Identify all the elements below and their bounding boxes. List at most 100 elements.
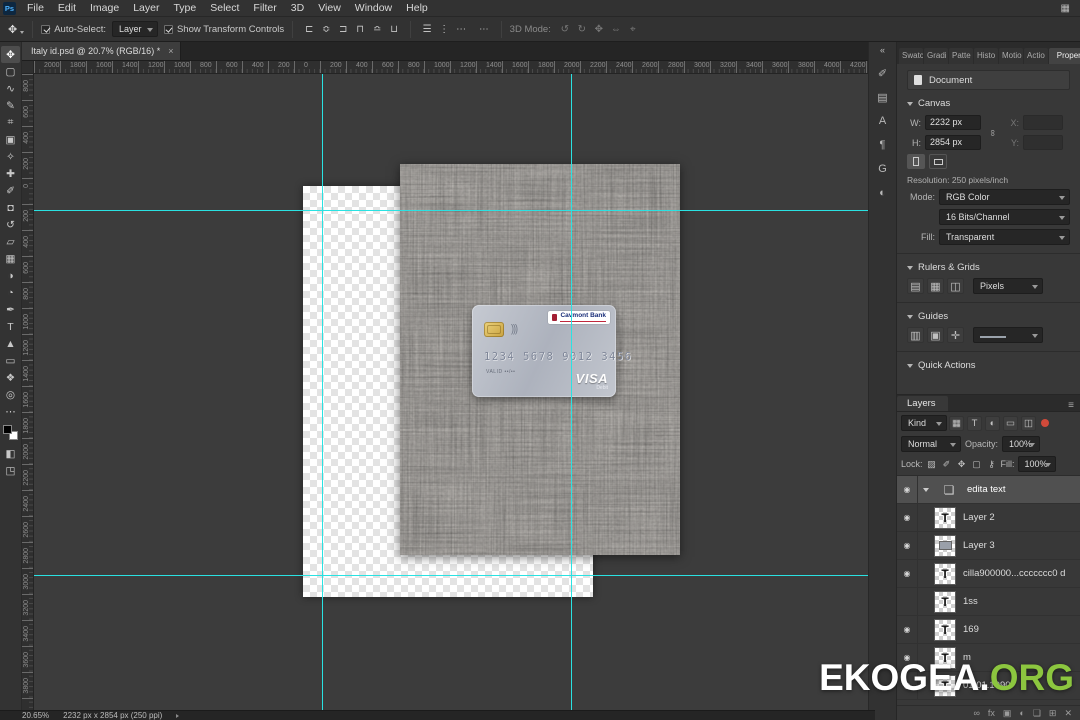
layer-row[interactable]: ◉ T Layer 2	[897, 504, 1080, 532]
layer-row[interactable]: ◉ Layer 3	[897, 532, 1080, 560]
menu-item-help[interactable]: Help	[399, 0, 435, 17]
adjustment-filter-icon[interactable]: ◐	[985, 415, 1000, 431]
panel-tab-properties[interactable]: Properties	[1048, 48, 1080, 64]
units-dropdown[interactable]: Pixels	[973, 278, 1043, 294]
dodge-tool[interactable]: ◔	[1, 284, 20, 301]
clone-stamp-tool[interactable]: ◘	[1, 199, 20, 216]
layers-tab[interactable]: Layers	[897, 396, 948, 411]
adjustments-panel-icon[interactable]: ◐	[873, 183, 893, 203]
color-swatches[interactable]	[3, 425, 18, 440]
zoom-level[interactable]: 20.65%	[22, 711, 49, 720]
credit-card-image[interactable]: ))) Cavmont Bank 1234 5678 9012 3456 VAL…	[472, 305, 631, 397]
3d-slide-icon[interactable]: ⇔	[608, 21, 624, 37]
panel-tab-histo[interactable]: Histo	[974, 48, 998, 64]
3d-pan-icon[interactable]: ✥	[591, 21, 607, 37]
link-dimensions-icon[interactable]: ∞	[988, 129, 998, 135]
blur-tool[interactable]: ◑	[1, 267, 20, 284]
layer-style-icon[interactable]: fx	[988, 708, 995, 718]
shape-filter-icon[interactable]: ▭	[1003, 415, 1018, 431]
paragraph-panel-icon[interactable]: ¶	[873, 135, 893, 155]
checkbox-icon[interactable]	[41, 24, 51, 34]
align-middles-icon[interactable]: ≏	[369, 21, 385, 37]
menu-item-3d[interactable]: 3D	[284, 0, 311, 17]
text-layer-thumbnail[interactable]: T	[934, 590, 956, 613]
guide-horizontal[interactable]	[34, 575, 868, 576]
more-options-icon[interactable]: ⋯	[475, 24, 493, 35]
lock-artboard-icon[interactable]: ▢	[971, 459, 983, 470]
move-tool[interactable]: ✥	[1, 46, 20, 63]
layer-row[interactable]: ◉ Tcilla900000...ccccccc0 d	[897, 560, 1080, 588]
ruler-origin-corner[interactable]	[22, 61, 34, 74]
type-filter-icon[interactable]: T	[967, 415, 982, 431]
guide-vertical[interactable]	[571, 74, 572, 710]
layer-fill-dropdown[interactable]: 100%	[1017, 456, 1056, 472]
show-transform-checkbox[interactable]: Show Transform Controls	[163, 24, 284, 35]
menu-item-file[interactable]: File	[20, 0, 51, 17]
layer-filter-toggle[interactable]	[1041, 419, 1049, 427]
menu-item-image[interactable]: Image	[83, 0, 126, 17]
collapse-panels-icon[interactable]: «	[880, 45, 885, 59]
align-left-edges-icon[interactable]: ⊏	[301, 21, 317, 37]
gradient-tool[interactable]: ▦	[1, 250, 20, 267]
frame-tool[interactable]: ▣	[1, 131, 20, 148]
clear-guides-icon[interactable]: ✛	[947, 327, 964, 343]
distribute-horizontal-icon[interactable]: ⋮	[436, 21, 452, 37]
adjustment-layer-icon[interactable]: ◐	[1019, 708, 1024, 718]
layer-row[interactable]: ◉ ❏ edita text	[897, 476, 1080, 504]
text-layer-thumbnail[interactable]: T	[934, 506, 956, 529]
screen-mode-icon[interactable]: ◳	[1, 462, 20, 479]
quick-selection-tool[interactable]: ✎	[1, 97, 20, 114]
swatches-panel-icon[interactable]: ▤	[873, 87, 893, 107]
panel-tab-gradi[interactable]: Gradi	[924, 48, 948, 64]
brush-tool[interactable]: ✐	[1, 182, 20, 199]
align-centers-h-icon[interactable]: ≎	[318, 21, 334, 37]
visibility-toggle[interactable]: ◉	[897, 560, 918, 587]
layer-row[interactable]: ◉ T 169	[897, 616, 1080, 644]
hand-tool[interactable]: ❖	[1, 369, 20, 386]
3d-roll-icon[interactable]: ↻	[574, 21, 590, 37]
edit-toolbar-icon[interactable]: ⋯	[1, 403, 20, 420]
visibility-toggle[interactable]: ◉	[897, 476, 918, 503]
glyphs-panel-icon[interactable]: G	[873, 159, 893, 179]
history-brush-tool[interactable]: ↺	[1, 216, 20, 233]
marquee-tool[interactable]: ▢	[1, 63, 20, 80]
visibility-toggle[interactable]	[897, 588, 918, 615]
healing-brush-tool[interactable]: ✚	[1, 165, 20, 182]
3d-orbit-icon[interactable]: ↺	[557, 21, 573, 37]
link-layers-icon[interactable]: ∞	[973, 708, 979, 718]
add-mask-icon[interactable]: ▣	[1003, 708, 1012, 719]
3d-scale-icon[interactable]: ⌖	[625, 21, 641, 37]
lock-transparency-icon[interactable]: ▨	[926, 459, 938, 470]
delete-layer-icon[interactable]: ✕	[1064, 708, 1072, 719]
add-guides-icon[interactable]: ▥	[907, 327, 924, 343]
ruler-left[interactable]: 800 600 400 200 0 200 400 600 800 1000 1200 1400 160…	[22, 74, 34, 710]
brush-settings-icon[interactable]: ✐	[873, 63, 893, 83]
group-expand-icon[interactable]	[923, 487, 929, 492]
lock-position-icon[interactable]: ✥	[956, 459, 968, 470]
crop-tool[interactable]: ⌗	[1, 114, 20, 131]
status-options-caret-icon[interactable]	[176, 713, 180, 718]
eyedropper-tool[interactable]: ✧	[1, 148, 20, 165]
align-top-edges-icon[interactable]: ⊓	[352, 21, 368, 37]
lasso-tool[interactable]: ∿	[1, 80, 20, 97]
layer-row[interactable]: T 1ss	[897, 588, 1080, 616]
path-selection-tool[interactable]: ▲	[1, 335, 20, 352]
character-panel-icon[interactable]: A	[873, 111, 893, 131]
pen-tool[interactable]: ✒	[1, 301, 20, 318]
pixel-filter-icon[interactable]: ▦	[949, 415, 964, 431]
menu-item-type[interactable]: Type	[166, 0, 203, 17]
close-tab-icon[interactable]: ×	[168, 46, 173, 56]
section-quick-actions[interactable]: Quick Actions	[907, 360, 1070, 371]
menu-item-edit[interactable]: Edit	[51, 0, 83, 17]
text-layer-thumbnail[interactable]: T	[934, 562, 956, 585]
menu-item-view[interactable]: View	[311, 0, 348, 17]
panel-tab-swatc[interactable]: Swatc	[899, 48, 923, 64]
smart-object-filter-icon[interactable]: ◫	[1021, 415, 1036, 431]
document-tab[interactable]: Italy id.psd @ 20.7% (RGB/16) * ×	[22, 42, 182, 60]
guide-horizontal[interactable]	[34, 210, 868, 211]
lock-pixels-icon[interactable]: ✐	[941, 459, 953, 470]
workspace-icon[interactable]: ▦	[1051, 3, 1080, 14]
filter-kind-dropdown[interactable]: Kind	[901, 415, 947, 431]
foreground-color-swatch[interactable]	[3, 425, 12, 434]
shape-tool[interactable]: ▭	[1, 352, 20, 369]
